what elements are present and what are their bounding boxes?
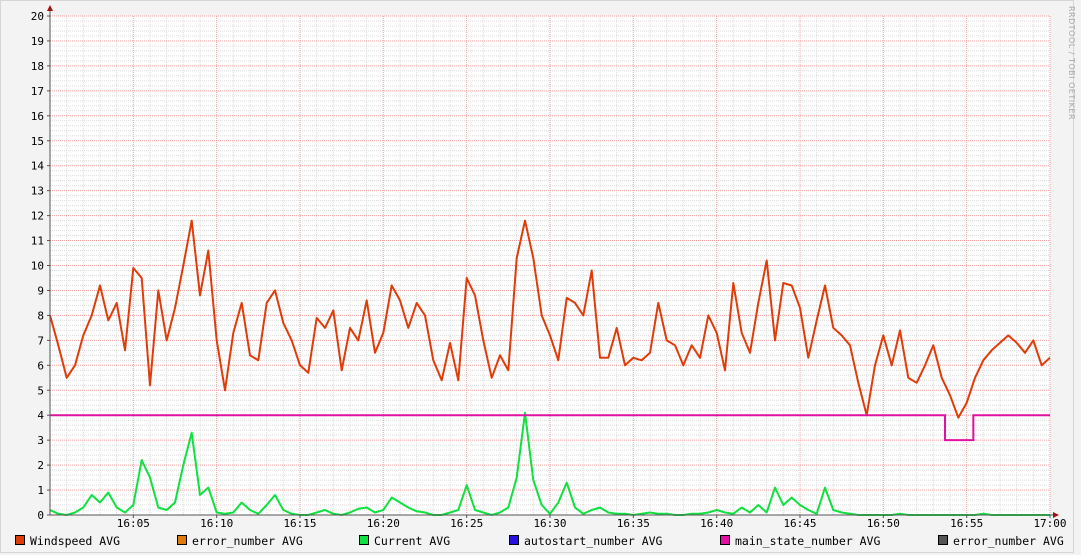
y-tick-label: 2	[37, 459, 44, 472]
grid	[50, 15, 1051, 515]
y-tick-label: 12	[31, 210, 44, 223]
y-tick-label: 18	[31, 60, 44, 73]
legend-swatch	[509, 535, 519, 545]
x-tick-label: 16:40	[700, 517, 733, 530]
x-tick-label: 16:05	[117, 517, 150, 530]
legend-swatch	[15, 535, 25, 545]
rrd-graph: 0 1 2 3 4 5 6 7 8 9 10 11 12 13 14 15 16 17 18 19 20 16:05 16:…	[0, 0, 1081, 555]
y-tick-label: 17	[31, 85, 44, 98]
legend-label: autostart_number AVG	[524, 534, 663, 548]
y-tick-label: 15	[31, 135, 44, 148]
legend-label: Current AVG	[374, 534, 450, 548]
y-tick-label: 19	[31, 35, 44, 48]
legend-label: main_state_number AVG	[735, 534, 880, 548]
x-tick-label: 16:20	[367, 517, 400, 530]
y-tick-label: 3	[37, 434, 44, 447]
legend-swatch	[359, 535, 369, 545]
y-tick-label: 9	[37, 284, 44, 297]
y-tick-label: 7	[37, 334, 44, 347]
y-tick-label: 5	[37, 384, 44, 397]
x-tick-label: 16:25	[450, 517, 483, 530]
y-tick-label: 14	[31, 160, 45, 173]
y-tick-label: 8	[37, 309, 44, 322]
x-tick-label: 16:30	[533, 517, 566, 530]
legend-label: Windspeed AVG	[30, 534, 120, 548]
y-tick-label: 16	[31, 110, 44, 123]
y-tick-label: 0	[37, 509, 44, 522]
y-tick-label: 11	[31, 235, 44, 248]
y-tick-label: 6	[37, 359, 44, 372]
watermark: RRDTOOL / TOBI OETIKER	[1067, 6, 1076, 120]
y-tick-label: 1	[37, 484, 44, 497]
chart-svg: 0123456789101112131415161718192016:05 16:…	[0, 0, 1076, 553]
legend-swatch	[938, 535, 948, 545]
y-tick-label: 4	[37, 409, 44, 422]
x-tick-label: 16:35	[617, 517, 650, 530]
x-tick-label: 16:50	[867, 517, 900, 530]
x-tick-label: 16:10	[200, 517, 233, 530]
x-tick-label: 16:15	[283, 517, 316, 530]
y-tick-label: 13	[31, 185, 44, 198]
y-tick-label: 10	[31, 260, 44, 273]
legend-swatch	[177, 535, 187, 545]
legend-swatch	[720, 535, 730, 545]
x-tick-label: 17:00	[1033, 517, 1066, 530]
y-tick-label: 20	[31, 10, 44, 23]
legend-label: error_number AVG	[192, 534, 303, 548]
x-tick-label: 16:55	[950, 517, 983, 530]
legend-label: error_number AVG	[953, 534, 1064, 548]
x-tick-label: 16:45	[783, 517, 816, 530]
